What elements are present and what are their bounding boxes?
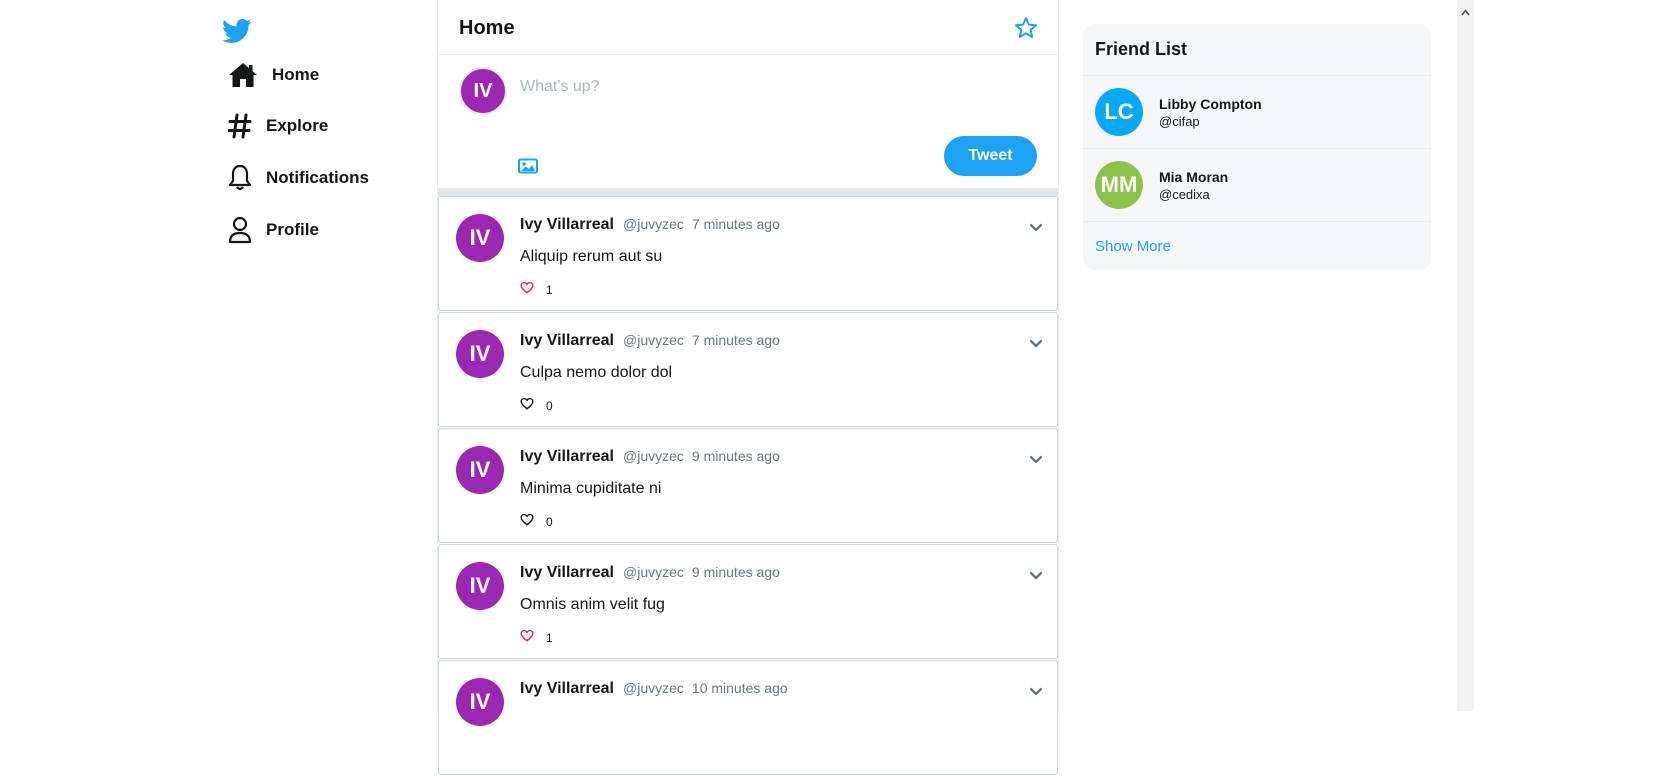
- tweet-item[interactable]: IV Ivy Villarreal @juvyzec 9 minutes ago…: [438, 428, 1058, 543]
- tweet-button[interactable]: Tweet: [944, 136, 1037, 176]
- avatar[interactable]: IV: [456, 446, 504, 494]
- like-action[interactable]: 1: [520, 629, 553, 647]
- avatar[interactable]: IV: [456, 214, 504, 262]
- like-count: 0: [546, 515, 553, 529]
- tweet-timestamp: 7 minutes ago: [691, 216, 780, 232]
- chevron-down-icon[interactable]: [1029, 568, 1043, 586]
- home-icon: [228, 62, 258, 88]
- friend-name[interactable]: Libby Compton: [1159, 96, 1262, 112]
- tweet-author-name[interactable]: Ivy Villarreal: [520, 680, 614, 698]
- tweet-timestamp: 9 minutes ago: [691, 448, 780, 464]
- tweet-timestamp: 10 minutes ago: [691, 680, 788, 696]
- avatar[interactable]: IV: [456, 678, 504, 726]
- nav-label-notifications: Notifications: [266, 168, 369, 187]
- friend-list-panel: Friend List LC Libby Compton @cifap MM M…: [1083, 24, 1431, 270]
- avatar[interactable]: LC: [1095, 88, 1143, 136]
- tweet-text: Aliquip rerum aut su: [520, 248, 663, 265]
- nav-label-profile: Profile: [266, 220, 319, 239]
- tweet-text: Minima cupiditate ni: [520, 480, 662, 497]
- heart-icon[interactable]: [520, 397, 534, 415]
- like-action[interactable]: 1: [520, 281, 553, 299]
- tweet-meta: Ivy Villarreal @juvyzec 7 minutes ago: [520, 332, 780, 350]
- tweet-meta: Ivy Villarreal @juvyzec 9 minutes ago: [520, 448, 780, 466]
- avatar[interactable]: MM: [1095, 161, 1143, 209]
- image-upload-icon[interactable]: [518, 158, 538, 179]
- tweet-meta: Ivy Villarreal @juvyzec 9 minutes ago: [520, 564, 780, 582]
- tweet-item[interactable]: IV Ivy Villarreal @juvyzec 7 minutes ago…: [438, 196, 1058, 311]
- heart-icon[interactable]: [520, 629, 534, 647]
- tweet-feed: IV Ivy Villarreal @juvyzec 7 minutes ago…: [438, 196, 1058, 776]
- tweet-item[interactable]: IV Ivy Villarreal @juvyzec 7 minutes ago…: [438, 312, 1058, 427]
- nav-label-home: Home: [272, 65, 320, 84]
- nav-item-profile[interactable]: Profile: [228, 216, 319, 244]
- heart-icon[interactable]: [520, 513, 534, 531]
- hash-icon: [228, 113, 252, 139]
- tweet-text: Omnis anim velit fug: [520, 596, 665, 613]
- nav-item-home[interactable]: Home: [228, 62, 319, 88]
- tweet-meta: Ivy Villarreal @juvyzec 7 minutes ago: [520, 216, 780, 234]
- friend-list-title: Friend List: [1095, 39, 1188, 59]
- twitter-logo-icon[interactable]: [222, 16, 252, 46]
- tweet-meta: Ivy Villarreal @juvyzec 10 minutes ago: [520, 680, 788, 698]
- tweet-author-handle[interactable]: @juvyzec: [623, 448, 684, 464]
- tweet-author-name[interactable]: Ivy Villarreal: [520, 332, 614, 350]
- chevron-down-icon[interactable]: [1029, 336, 1043, 354]
- tweet-author-handle[interactable]: @juvyzec: [623, 564, 684, 580]
- chevron-down-icon[interactable]: [1029, 452, 1043, 470]
- main-timeline: Home IV Tweet IV Ivy Villarreal @juvyzec…: [437, 0, 1059, 775]
- friend-item[interactable]: MM Mia Moran @cedixa: [1083, 149, 1431, 221]
- tweet-author-handle[interactable]: @juvyzec: [623, 680, 684, 696]
- star-icon[interactable]: [1014, 16, 1038, 45]
- like-count: 1: [546, 283, 553, 297]
- heart-icon[interactable]: [520, 281, 534, 299]
- tweet-author-name[interactable]: Ivy Villarreal: [520, 216, 614, 234]
- compose-box: IV Tweet: [438, 55, 1058, 188]
- chevron-down-icon[interactable]: [1029, 220, 1043, 238]
- tweet-text: Culpa nemo dolor dol: [520, 364, 673, 381]
- avatar[interactable]: IV: [456, 562, 504, 610]
- like-count: 0: [546, 399, 553, 413]
- friend-handle: @cifap: [1159, 114, 1200, 129]
- nav-label-explore: Explore: [266, 116, 329, 135]
- tweet-compose-input[interactable]: [518, 77, 1022, 97]
- friend-name[interactable]: Mia Moran: [1159, 169, 1228, 185]
- avatar: IV: [459, 67, 507, 115]
- like-action[interactable]: 0: [520, 397, 553, 415]
- timeline-header: Home: [438, 0, 1058, 55]
- section-divider: [438, 188, 1058, 196]
- avatar[interactable]: IV: [456, 330, 504, 378]
- tweet-timestamp: 7 minutes ago: [691, 332, 780, 348]
- like-action[interactable]: 0: [520, 513, 553, 531]
- tweet-author-handle[interactable]: @juvyzec: [623, 332, 684, 348]
- chevron-down-icon[interactable]: [1029, 684, 1043, 702]
- tweet-item[interactable]: IV Ivy Villarreal @juvyzec 10 minutes ag…: [438, 660, 1058, 775]
- tweet-author-handle[interactable]: @juvyzec: [623, 216, 684, 232]
- nav-item-notifications[interactable]: Notifications: [228, 164, 369, 192]
- tweet-author-name[interactable]: Ivy Villarreal: [520, 448, 614, 466]
- friend-handle: @cedixa: [1159, 187, 1210, 202]
- show-more-link[interactable]: Show More: [1095, 238, 1171, 255]
- vertical-scrollbar[interactable]: [1457, 0, 1474, 711]
- friend-item[interactable]: LC Libby Compton @cifap: [1083, 76, 1431, 148]
- page-title: Home: [459, 17, 515, 39]
- scroll-up-arrow-icon[interactable]: [1461, 3, 1470, 21]
- tweet-timestamp: 9 minutes ago: [691, 564, 780, 580]
- user-icon: [228, 216, 252, 244]
- tweet-author-name[interactable]: Ivy Villarreal: [520, 564, 614, 582]
- divider: [1083, 221, 1431, 222]
- like-count: 1: [546, 631, 553, 645]
- nav-item-explore[interactable]: Explore: [228, 113, 328, 139]
- bell-icon: [228, 164, 252, 192]
- tweet-item[interactable]: IV Ivy Villarreal @juvyzec 9 minutes ago…: [438, 544, 1058, 659]
